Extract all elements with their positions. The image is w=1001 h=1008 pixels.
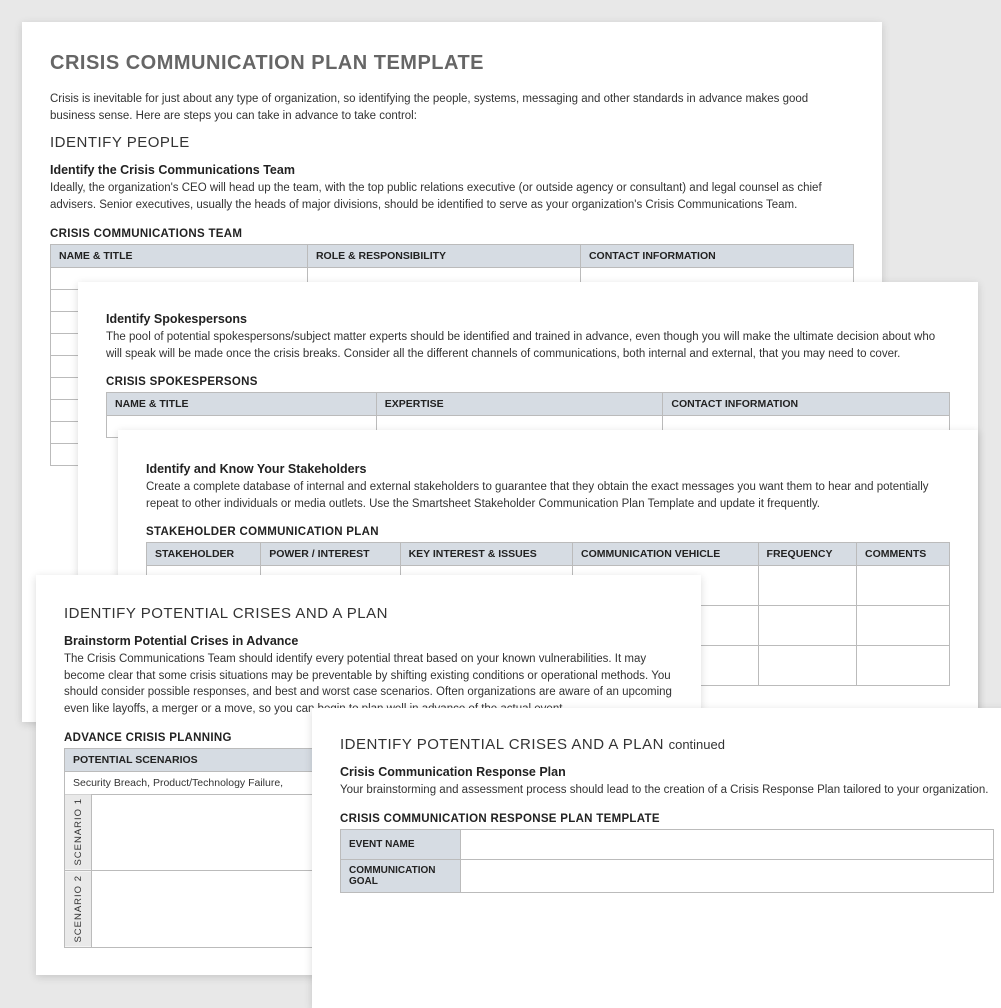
- doc-title: CRISIS COMMUNICATION PLAN TEMPLATE: [50, 52, 854, 75]
- col-role: ROLE & RESPONSIBILITY: [307, 244, 580, 267]
- table-response-plan: EVENT NAME COMMUNICATION GOAL: [340, 829, 994, 893]
- col-frequency: FREQUENCY: [758, 543, 857, 566]
- section-potential-crises: IDENTIFY POTENTIAL CRISES AND A PLAN: [64, 605, 673, 622]
- col-name-title: NAME & TITLE: [107, 393, 377, 416]
- body-stakeholders: Create a complete database of internal a…: [146, 479, 950, 512]
- col-expertise: EXPERTISE: [376, 393, 663, 416]
- col-name-title: NAME & TITLE: [51, 244, 308, 267]
- subhead-stakeholders: Identify and Know Your Stakeholders: [146, 462, 950, 476]
- subhead-crisis-team: Identify the Crisis Communications Team: [50, 163, 854, 177]
- subhead-brainstorm: Brainstorm Potential Crises in Advance: [64, 634, 673, 648]
- table-row: EVENT NAME: [341, 829, 994, 859]
- body-crisis-team: Ideally, the organization's CEO will hea…: [50, 180, 854, 213]
- scenario-2-label: SCENARIO 2: [65, 871, 92, 948]
- col-vehicle: COMMUNICATION VEHICLE: [572, 543, 758, 566]
- col-interest: KEY INTEREST & ISSUES: [400, 543, 572, 566]
- section-title-text: IDENTIFY POTENTIAL CRISES AND A PLAN: [340, 736, 664, 753]
- body-spokespersons: The pool of potential spokespersons/subj…: [106, 329, 950, 362]
- row-communication-goal: COMMUNICATION GOAL: [341, 859, 461, 892]
- col-power: POWER / INTEREST: [261, 543, 400, 566]
- row-event-name: EVENT NAME: [341, 829, 461, 859]
- section-identify-people: IDENTIFY PEOPLE: [50, 134, 854, 151]
- table-title-spokespersons: CRISIS SPOKESPERSONS: [106, 376, 950, 388]
- section-potential-crises-continued: IDENTIFY POTENTIAL CRISES AND A PLAN con…: [340, 736, 994, 753]
- col-stakeholder: STAKEHOLDER: [147, 543, 261, 566]
- table-title-response-plan: CRISIS COMMUNICATION RESPONSE PLAN TEMPL…: [340, 813, 994, 825]
- table-title-crisis-team: CRISIS COMMUNICATIONS TEAM: [50, 228, 854, 240]
- subhead-response-plan: Crisis Communication Response Plan: [340, 765, 994, 779]
- table-title-stakeholders: STAKEHOLDER COMMUNICATION PLAN: [146, 526, 950, 538]
- col-contact: CONTACT INFORMATION: [580, 244, 853, 267]
- body-response-plan: Your brainstorming and assessment proces…: [340, 782, 994, 799]
- table-row: COMMUNICATION GOAL: [341, 859, 994, 892]
- intro-text: Crisis is inevitable for just about any …: [50, 91, 854, 124]
- continued-label: continued: [669, 737, 725, 752]
- col-comments: COMMENTS: [857, 543, 950, 566]
- subhead-spokespersons: Identify Spokespersons: [106, 312, 950, 326]
- col-contact: CONTACT INFORMATION: [663, 393, 950, 416]
- page-5: IDENTIFY POTENTIAL CRISES AND A PLAN con…: [312, 708, 1001, 1008]
- scenario-1-label: SCENARIO 1: [65, 794, 92, 871]
